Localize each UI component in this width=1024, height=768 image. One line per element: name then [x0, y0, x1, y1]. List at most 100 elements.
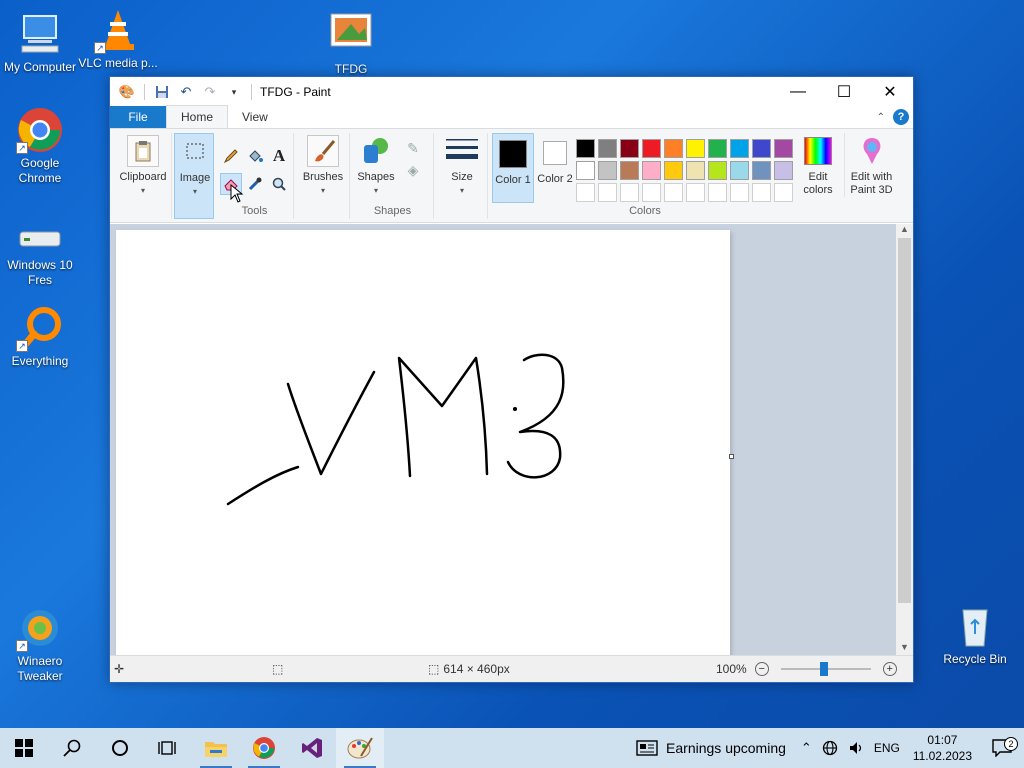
zoom-out-button[interactable]: − — [754, 662, 769, 676]
drawing-canvas[interactable] — [116, 230, 730, 656]
color-swatch[interactable] — [752, 139, 771, 158]
zoom-slider[interactable] — [780, 662, 871, 676]
taskbar-visual-studio[interactable] — [288, 728, 336, 768]
undo-icon[interactable]: ↶ — [177, 83, 195, 101]
news-widget[interactable]: Earnings upcoming — [631, 740, 796, 756]
clipboard-button[interactable]: Clipboard ▾ — [116, 135, 170, 197]
color-swatch[interactable] — [774, 161, 793, 180]
search-icon — [63, 739, 81, 757]
paint-app-icon[interactable]: 🎨 — [118, 83, 136, 101]
color-swatch[interactable] — [598, 139, 617, 158]
zoom-slider-thumb[interactable] — [819, 662, 828, 676]
scroll-down-icon[interactable]: ▼ — [896, 642, 913, 656]
color-swatch[interactable] — [664, 139, 683, 158]
collapse-ribbon-icon[interactable]: ⌃ — [877, 112, 885, 123]
color-swatch[interactable] — [730, 139, 749, 158]
taskbar-file-explorer[interactable] — [192, 728, 240, 768]
task-view-icon — [158, 741, 176, 755]
taskbar-paint[interactable] — [336, 728, 384, 768]
close-button[interactable]: ✕ — [867, 77, 913, 107]
desktop-icon-vlc[interactable]: ↗ VLC media p... — [78, 6, 158, 71]
color-swatch[interactable] — [752, 183, 771, 202]
desktop-icon-windows10[interactable]: Windows 10 Fres — [0, 220, 80, 288]
color-swatch[interactable] — [730, 161, 749, 180]
scroll-up-icon[interactable]: ▲ — [896, 224, 913, 238]
cortana-button[interactable] — [96, 728, 144, 768]
tab-view[interactable]: View — [228, 106, 282, 128]
color-swatch[interactable] — [686, 183, 705, 202]
edit-colors-button[interactable]: Edit colors — [798, 133, 838, 197]
color-swatch[interactable] — [774, 139, 793, 158]
fill-icon[interactable]: ◈ — [402, 159, 424, 181]
help-icon[interactable]: ? — [893, 109, 909, 125]
clock[interactable]: 01:07 11.02.2023 — [905, 732, 980, 764]
desktop-icon-tfdg[interactable]: TFDG — [311, 12, 391, 77]
color-swatch[interactable] — [598, 161, 617, 180]
color-swatch[interactable] — [598, 183, 617, 202]
desktop-icon-everything[interactable]: ↗ Everything — [0, 304, 80, 369]
volume-icon[interactable] — [843, 740, 869, 756]
search-button[interactable] — [48, 728, 96, 768]
canvas-resize-handle[interactable] — [729, 454, 734, 459]
desktop-icon-winaero[interactable]: ↗ Winaero Tweaker — [0, 604, 80, 684]
customize-toolbar-icon[interactable]: ▾ — [225, 83, 243, 101]
color-swatch[interactable] — [774, 183, 793, 202]
image-button[interactable]: Image ▾ — [177, 136, 213, 198]
desktop-icon-my-computer[interactable]: My Computer — [0, 10, 80, 75]
shortcut-arrow-icon: ↗ — [16, 142, 28, 154]
brushes-button[interactable]: Brushes ▾ — [298, 135, 348, 197]
fill-bucket-icon[interactable] — [244, 145, 266, 167]
pencil-icon[interactable] — [220, 145, 242, 167]
folder-icon — [205, 742, 227, 757]
color2-button[interactable]: Color 2 — [536, 133, 574, 186]
network-icon[interactable] — [817, 740, 843, 756]
color-swatch[interactable] — [642, 161, 661, 180]
news-icon — [636, 740, 658, 756]
save-icon[interactable] — [153, 83, 171, 101]
scroll-thumb[interactable] — [898, 238, 911, 603]
color1-swatch — [497, 138, 529, 170]
color-swatch[interactable] — [664, 183, 683, 202]
color-swatch[interactable] — [620, 139, 639, 158]
desktop-icon-chrome[interactable]: ↗ Google Chrome — [0, 106, 80, 186]
color-swatch[interactable] — [620, 183, 639, 202]
edit-with-paint3d-button[interactable]: Edit with Paint 3D — [844, 133, 898, 197]
color-swatch[interactable] — [664, 161, 683, 180]
image-group: Image ▾ — [174, 133, 214, 219]
color-swatch[interactable] — [686, 161, 705, 180]
desktop-icon-recycle-bin[interactable]: Recycle Bin — [935, 602, 1015, 667]
tab-home[interactable]: Home — [166, 105, 229, 128]
color-swatch[interactable] — [730, 183, 749, 202]
start-button[interactable] — [0, 728, 48, 768]
notification-center-button[interactable]: 2 — [980, 737, 1024, 757]
task-view-button[interactable] — [144, 728, 192, 768]
tab-file[interactable]: File — [110, 106, 166, 128]
color-swatch[interactable] — [686, 139, 705, 158]
input-language[interactable]: ENG — [869, 741, 905, 755]
color-swatch[interactable] — [576, 183, 595, 202]
color-swatch[interactable] — [576, 161, 595, 180]
minimize-button[interactable]: — — [775, 77, 821, 107]
color-swatch[interactable] — [708, 161, 727, 180]
vertical-scrollbar[interactable]: ▲ ▼ — [896, 224, 913, 656]
shapes-button[interactable]: Shapes ▾ — [354, 135, 398, 197]
shapes-group: Shapes ▾ ✎ ◈ Shapes — [352, 133, 434, 219]
color-swatch[interactable] — [642, 183, 661, 202]
color-swatch[interactable] — [708, 139, 727, 158]
color1-button[interactable]: Color 1 — [492, 133, 534, 203]
color-swatch[interactable] — [620, 161, 639, 180]
magnifier-icon[interactable] — [268, 173, 290, 195]
maximize-button[interactable]: ☐ — [821, 77, 867, 107]
zoom-in-button[interactable]: + — [882, 662, 897, 676]
size-button[interactable]: Size ▾ — [438, 135, 486, 197]
clipboard-icon — [127, 135, 159, 167]
redo-icon[interactable]: ↷ — [201, 83, 219, 101]
text-tool-icon[interactable]: A — [268, 145, 290, 167]
color-swatch[interactable] — [752, 161, 771, 180]
show-hidden-icons-button[interactable]: ⌃ — [796, 740, 817, 756]
color-swatch[interactable] — [708, 183, 727, 202]
outline-icon[interactable]: ✎ — [402, 137, 424, 159]
color-swatch[interactable] — [642, 139, 661, 158]
color-swatch[interactable] — [576, 139, 595, 158]
taskbar-chrome[interactable] — [240, 728, 288, 768]
